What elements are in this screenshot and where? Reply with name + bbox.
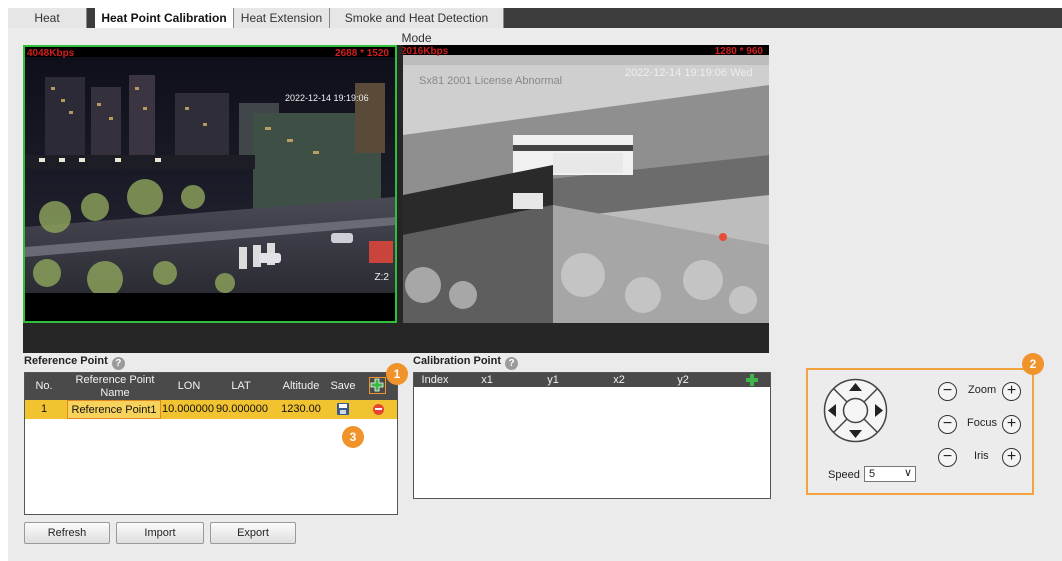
delete-button[interactable] — [373, 404, 384, 415]
col-save: Save — [330, 380, 356, 392]
delete-icon — [375, 408, 382, 410]
refresh-button[interactable]: Refresh — [24, 522, 110, 544]
left-zoom-indicator: Z:2 — [374, 272, 389, 283]
cell-name[interactable]: Reference Point1 — [67, 400, 161, 419]
callout-badge-2: 2 — [1022, 353, 1044, 375]
col-reference-point-name: Reference Point Name — [75, 374, 155, 399]
export-button[interactable]: Export — [210, 522, 296, 544]
col-y1: y1 — [547, 374, 559, 386]
right-resolution: 1280 * 960 — [714, 46, 763, 57]
visible-camera-view[interactable]: 4048Kbps 2688 * 1520 2022-12-14 19:19:06… — [23, 45, 397, 323]
col-x2: x2 — [613, 374, 625, 386]
help-icon[interactable]: ? — [111, 357, 125, 370]
reference-point-table: No. Reference Point Name LON LAT Altitud… — [24, 372, 398, 515]
calibration-point-label: Calibration Point — [413, 355, 501, 367]
right-timestamp: 2022-12-14 19:19:06 Wed — [625, 67, 753, 79]
iris-open-button[interactable]: + — [1002, 448, 1021, 467]
reference-point-title: Reference Point? — [24, 355, 125, 370]
direction-pad[interactable] — [823, 378, 888, 443]
left-bitrate: 4048Kbps — [27, 48, 75, 59]
callout-badge-3: 3 — [342, 426, 364, 448]
speed-label: Speed — [828, 469, 860, 481]
iris-label: Iris — [974, 450, 989, 462]
cell-altitude: 1230.00 — [281, 403, 321, 415]
right-bitrate: 2016Kbps — [403, 46, 449, 57]
tab-heat[interactable]: Heat — [8, 8, 87, 28]
iris-close-button[interactable]: − — [938, 448, 957, 467]
chevron-down-icon: ∨ — [903, 467, 912, 479]
table-header: Index x1 y1 x2 y2 — [414, 373, 770, 387]
add-icon — [370, 378, 384, 392]
tab-smoke-and-heat-detection-mode[interactable]: Smoke and Heat Detection Mode — [330, 8, 504, 45]
left-resolution: 2688 * 1520 — [335, 48, 389, 59]
ptz-control-panel: Speed 5 ∨ − Zoom + − Focus + − Iris + — [806, 368, 1034, 495]
add-reference-point-button[interactable] — [369, 377, 386, 394]
save-button[interactable] — [337, 403, 349, 415]
speed-value: 5 — [869, 468, 876, 480]
col-altitude: Altitude — [282, 380, 320, 392]
col-y2: y2 — [677, 374, 689, 386]
thermal-camera-view[interactable]: 2016Kbps 1280 * 960 Sx81 2001 License Ab… — [403, 45, 769, 323]
page: Heat Heat Point Calibration Heat Extensi… — [8, 8, 1062, 561]
table-row[interactable]: 1 Reference Point1 10.000000 90.000000 1… — [25, 400, 397, 419]
night-city-scene — [25, 47, 395, 321]
calibration-point-table: Index x1 y1 x2 y2 — [413, 372, 771, 499]
help-icon[interactable]: ? — [505, 357, 518, 370]
col-lon: LON — [177, 380, 201, 392]
col-x1: x1 — [481, 374, 493, 386]
cell-no: 1 — [40, 403, 48, 415]
right-ghost-text: Sx81 2001 License Abnormal — [419, 75, 563, 87]
video-area: 4048Kbps 2688 * 1520 2022-12-14 19:19:06… — [23, 45, 769, 353]
left-timestamp: 2022-12-14 19:19:06 — [285, 93, 369, 103]
focus-label: Focus — [967, 417, 997, 429]
cell-lat: 90.000000 — [216, 403, 268, 415]
speed-select[interactable]: 5 ∨ — [864, 466, 916, 482]
zoom-out-button[interactable]: − — [938, 382, 957, 401]
zoom-in-button[interactable]: + — [1002, 382, 1021, 401]
focus-far-button[interactable]: + — [1002, 415, 1021, 434]
calibration-point-title: Calibration Point? — [413, 355, 518, 370]
col-index: Index — [421, 374, 449, 386]
save-icon — [337, 403, 349, 415]
col-lat: LAT — [231, 380, 251, 392]
reference-point-label: Reference Point — [24, 355, 108, 367]
tab-bar: Heat Heat Point Calibration Heat Extensi… — [8, 8, 1062, 45]
col-no: No. — [35, 380, 53, 392]
direction-pad-icon — [823, 378, 888, 443]
callout-badge-1: 1 — [386, 363, 408, 385]
zoom-label: Zoom — [968, 384, 997, 396]
focus-near-button[interactable]: − — [938, 415, 957, 434]
tab-heat-point-calibration[interactable]: Heat Point Calibration — [95, 8, 234, 28]
import-button[interactable]: Import — [116, 522, 204, 544]
tab-heat-extension[interactable]: Heat Extension — [234, 8, 330, 28]
cell-lon: 10.000000 — [162, 403, 214, 415]
table-header: No. Reference Point Name LON LAT Altitud… — [25, 373, 397, 400]
add-calibration-point-icon[interactable] — [746, 374, 758, 386]
